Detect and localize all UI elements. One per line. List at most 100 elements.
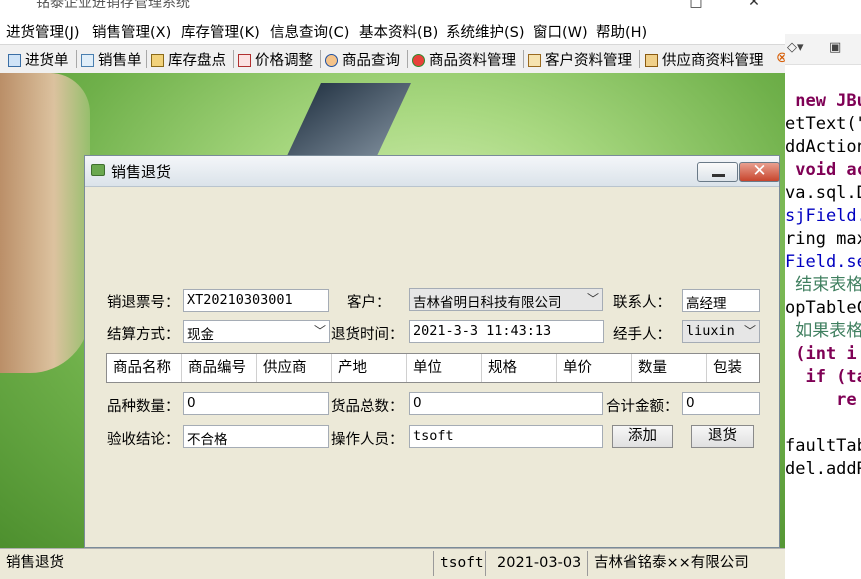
- column-header[interactable]: 单价: [557, 354, 632, 382]
- window-titlebar: 铭泰企业进销存管理系统 □ ✕: [0, 0, 785, 17]
- add-button[interactable]: 添加: [612, 425, 673, 448]
- inventory-icon: [151, 54, 164, 67]
- product-search-icon: [325, 54, 338, 67]
- menu-query[interactable]: 信息查询(C): [270, 21, 349, 42]
- toolbar-separator: [639, 50, 640, 68]
- ide-code-line: new JBu: [785, 91, 861, 111]
- dialog-minimize-button[interactable]: [697, 162, 738, 182]
- ide-code-line: re: [785, 390, 857, 410]
- total-goods-field[interactable]: 0: [409, 392, 603, 415]
- handler-select[interactable]: liuxin ﹀: [682, 320, 760, 343]
- chevron-down-icon: ﹀: [313, 324, 326, 338]
- status-user: tsoft: [440, 555, 484, 571]
- toolbar-overflow-icon[interactable]: ⊗: [776, 50, 785, 70]
- ide-arrow-icon[interactable]: ◇▾: [787, 40, 804, 55]
- ide-toolbar: ◇▾ ▣: [785, 34, 861, 65]
- column-header[interactable]: 规格: [482, 354, 557, 382]
- kinds-label: 品种数量：: [107, 399, 180, 415]
- inspection-label: 验收结论：: [107, 432, 180, 448]
- status-bar: 销售退货 tsoft 2021-03-03 吉林省铭泰××有限公司: [0, 548, 785, 579]
- dialog-titlebar: 销售退货 ✕: [85, 156, 780, 187]
- product-data-icon: [412, 54, 425, 67]
- chevron-down-icon: ﹀: [743, 324, 756, 338]
- menu-window[interactable]: 窗口(W): [533, 21, 588, 42]
- column-header[interactable]: 单位: [407, 354, 482, 382]
- settlement-value: 现金: [187, 327, 214, 343]
- ide-code-line: void ac: [785, 160, 861, 180]
- close-window-icon[interactable]: ✕: [744, 0, 764, 10]
- total-amount-field[interactable]: 0: [682, 392, 760, 415]
- status-company: 吉林省铭泰××有限公司: [594, 555, 749, 571]
- column-header[interactable]: 商品编号: [182, 354, 257, 382]
- sales-icon: [81, 54, 94, 67]
- column-header[interactable]: 包装: [707, 354, 759, 382]
- menu-bar: 进货管理(J) 销售管理(X) 库存管理(K) 信息查询(C) 基本资料(B) …: [0, 17, 785, 44]
- ticket-no-field[interactable]: XT20210303001: [183, 289, 329, 312]
- settlement-select[interactable]: 现金 ﹀: [183, 320, 330, 343]
- contact-label: 联系人：: [613, 295, 671, 311]
- ide-code-line: va.sql.D: [785, 183, 861, 203]
- toolbar-price-adjust[interactable]: 价格调整: [238, 49, 313, 69]
- handler-label: 经手人：: [613, 327, 671, 343]
- ide-code-line: Field.se: [785, 252, 861, 272]
- ide-code-line: 结束表格: [785, 275, 861, 295]
- operator-field[interactable]: tsoft: [409, 425, 603, 448]
- settlement-label: 结算方式：: [107, 327, 180, 343]
- menu-sales[interactable]: 销售管理(X): [92, 21, 171, 42]
- ide-code-line: ring max: [785, 229, 861, 249]
- status-divider: [587, 551, 588, 576]
- return-time-field[interactable]: 2021-3-3 11:43:13: [409, 320, 604, 343]
- customer-value: 吉林省明日科技有限公司: [413, 295, 562, 311]
- menu-help[interactable]: 帮助(H): [596, 21, 647, 42]
- ide-code-line: ddAction: [785, 137, 861, 157]
- main-window: 铭泰企业进销存管理系统 □ ✕ 进货管理(J) 销售管理(X) 库存管理(K) …: [0, 0, 785, 579]
- toolbar-inventory-check[interactable]: 库存盘点: [151, 49, 226, 69]
- ide-code-line: opTableC: [785, 298, 861, 318]
- customer-icon: [528, 54, 541, 67]
- goods-table[interactable]: 商品名称 商品编号 供应商 产地 单位 规格 单价 数量 包装: [106, 353, 760, 383]
- total-goods-label: 货品总数：: [331, 399, 404, 415]
- inspection-field[interactable]: 不合格: [183, 425, 329, 448]
- ticket-no-label: 销退票号：: [107, 295, 180, 311]
- ide-code-line: (int i: [785, 344, 857, 364]
- customer-label: 客户：: [347, 295, 391, 311]
- status-divider: [485, 551, 486, 576]
- toolbar-separator: [407, 50, 408, 68]
- toolbar-supplier-data[interactable]: 供应商资料管理: [645, 49, 764, 69]
- menu-system[interactable]: 系统维护(S): [446, 21, 525, 42]
- close-icon: ✕: [752, 161, 767, 181]
- customer-select[interactable]: 吉林省明日科技有限公司 ﹀: [409, 288, 603, 311]
- sales-return-dialog: 销售退货 ✕ 销退票号： XT20210303001 客户： 吉林省明日科技有限…: [84, 155, 780, 548]
- ide-view-icon[interactable]: ▣: [829, 40, 841, 55]
- toolbar-purchase-order[interactable]: 进货单: [8, 49, 69, 69]
- background-person-image: [0, 73, 90, 373]
- menu-purchase[interactable]: 进货管理(J): [6, 21, 80, 42]
- menu-basic-data[interactable]: 基本资料(B): [359, 21, 438, 42]
- operator-label: 操作人员：: [331, 432, 404, 448]
- toolbar-separator: [523, 50, 524, 68]
- ide-code-line: etText(": [785, 114, 861, 134]
- return-arrow-icon: [91, 164, 105, 176]
- chevron-down-icon: ﹀: [586, 292, 599, 306]
- column-header[interactable]: 商品名称: [107, 354, 182, 382]
- toolbar-separator: [320, 50, 321, 68]
- toolbar-product-data[interactable]: 商品资料管理: [412, 49, 516, 69]
- status-current-module: 销售退货: [6, 555, 64, 571]
- dialog-close-button[interactable]: ✕: [739, 161, 780, 182]
- menu-inventory[interactable]: 库存管理(K): [181, 21, 260, 42]
- return-time-label: 退货时间：: [331, 327, 404, 343]
- toolbar-separator: [146, 50, 147, 68]
- column-header[interactable]: 数量: [632, 354, 707, 382]
- toolbar-sales-order[interactable]: 销售单: [81, 49, 142, 69]
- toolbar-customer-data[interactable]: 客户资料管理: [528, 49, 632, 69]
- column-header[interactable]: 供应商: [257, 354, 332, 382]
- status-date: 2021-03-03: [497, 555, 582, 571]
- maximize-icon[interactable]: □: [686, 0, 706, 10]
- ide-code-line: if (ta: [785, 367, 861, 387]
- handler-value: liuxin: [686, 323, 735, 339]
- kinds-field[interactable]: 0: [183, 392, 329, 415]
- return-button[interactable]: 退货: [691, 425, 754, 448]
- toolbar-product-query[interactable]: 商品查询: [325, 49, 400, 69]
- contact-field[interactable]: 高经理: [682, 289, 760, 312]
- column-header[interactable]: 产地: [332, 354, 407, 382]
